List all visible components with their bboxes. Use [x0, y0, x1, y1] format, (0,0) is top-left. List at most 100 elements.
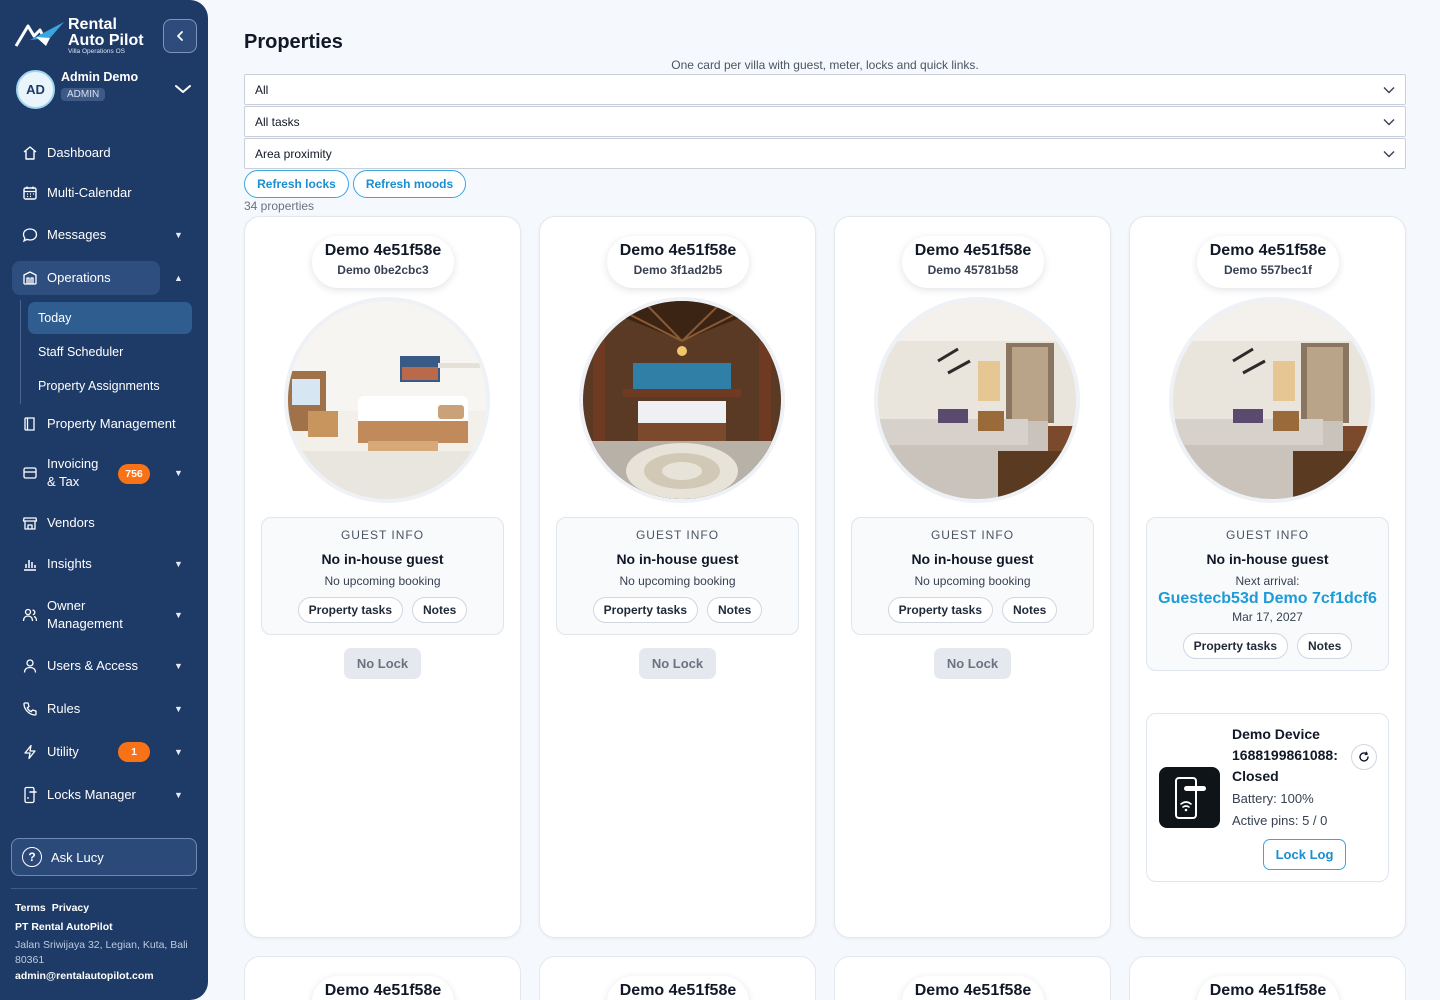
ask-lucy-button[interactable]: ? Ask Lucy	[11, 838, 197, 876]
door-lock-icon	[21, 786, 39, 804]
lock-log-button[interactable]: Lock Log	[1263, 839, 1346, 870]
sidebar-item-label-line2: Management	[47, 616, 123, 631]
sidebar-item-property-management[interactable]: Property Management	[12, 415, 196, 433]
status-filter-select[interactable]: All	[244, 74, 1406, 105]
property-card-header[interactable]: Demo 4e51f58e	[902, 976, 1044, 1000]
booking-status: No upcoming booking	[324, 574, 441, 588]
sidebar-item-owner-management[interactable]: Owner Management ▼	[12, 597, 196, 633]
caret-up-icon: ▲	[174, 273, 183, 283]
sidebar-item-invoicing[interactable]: Invoicing & Tax 756 ▼	[12, 455, 196, 491]
submenu-rail	[20, 300, 21, 404]
company-email-link[interactable]: admin@rentalautopilot.com	[15, 970, 154, 982]
no-lock-badge: No Lock	[934, 648, 1011, 679]
property-photo[interactable]	[874, 297, 1080, 503]
property-card-header[interactable]: Demo 4e51f58e	[607, 976, 749, 1000]
avatar[interactable]: AD	[16, 70, 55, 109]
property-tasks-button[interactable]: Property tasks	[592, 597, 699, 623]
sidebar-item-label-line2: & Tax	[47, 474, 80, 489]
property-card-header[interactable]: Demo 4e51f58e Demo 557bec1f	[1197, 236, 1339, 288]
notes-button[interactable]: Notes	[1297, 633, 1353, 659]
property-card-header[interactable]: Demo 4e51f58e Demo 3f1ad2b5	[607, 236, 749, 288]
airplane-logo-icon	[14, 22, 64, 47]
chevron-down-icon	[1383, 87, 1395, 94]
sidebar-item-label: Rules	[47, 701, 81, 716]
sidebar-item-rules[interactable]: Rules ▼	[12, 700, 196, 718]
guest-info-panel: GUEST INFO No in-house guest Next arriva…	[1146, 517, 1389, 671]
sidebar-item-multi-calendar[interactable]: Multi-Calendar	[12, 184, 196, 202]
users-icon	[21, 606, 39, 624]
property-photo[interactable]	[579, 297, 785, 503]
guest-info-heading: GUEST INFO	[930, 528, 1015, 542]
property-card: Demo 4e51f58e	[834, 956, 1111, 1000]
sidebar-subitem-staff-scheduler[interactable]: Staff Scheduler	[28, 336, 192, 368]
invoicing-count-badge: 756	[118, 464, 150, 484]
property-card: Demo 4e51f58e Demo 0be2cbc3 GUEST INFO N…	[244, 216, 521, 938]
sidebar-item-vendors[interactable]: Vendors	[12, 514, 196, 532]
sidebar-item-label: Owner	[47, 598, 86, 613]
sidebar-item-utility[interactable]: Utility 1 ▼	[12, 742, 196, 762]
property-card-header[interactable]: Demo 4e51f58e Demo 45781b58	[902, 236, 1044, 288]
property-subtitle: Demo 0be2cbc3	[337, 263, 429, 277]
sidebar-subitem-today[interactable]: Today	[28, 302, 192, 334]
sidebar-item-locks-manager[interactable]: Locks Manager ▼	[12, 786, 196, 804]
property-tasks-button[interactable]: Property tasks	[297, 597, 404, 623]
sidebar-item-label: Utility	[47, 744, 79, 759]
sidebar-item-dashboard[interactable]: Dashboard	[12, 144, 196, 162]
area-filter-select[interactable]: Area proximity	[244, 138, 1406, 169]
footer-links: Terms Privacy	[15, 902, 95, 914]
sidebar-divider	[11, 888, 197, 889]
property-card: Demo 4e51f58e Demo 557bec1f GUEST INFO N	[1129, 216, 1406, 938]
chevron-left-icon	[177, 31, 183, 41]
property-subtitle: Demo 3f1ad2b5	[633, 263, 723, 277]
caret-down-icon: ▼	[174, 230, 183, 240]
refresh-icon	[1359, 751, 1369, 762]
brand-logo[interactable]: Rental Auto Pilot Villa Operations OS	[14, 14, 154, 60]
ask-lucy-label: Ask Lucy	[51, 849, 104, 865]
chat-bubble-icon	[21, 226, 39, 244]
notes-button[interactable]: Notes	[1002, 597, 1058, 623]
company-address: Jalan Sriwijaya 32, Legian, Kuta, Bali 8…	[15, 939, 188, 966]
property-photo[interactable]	[284, 297, 490, 503]
property-title: Demo 4e51f58e	[1209, 982, 1327, 999]
property-title: Demo 4e51f58e	[914, 982, 1032, 999]
booking-status: No upcoming booking	[619, 574, 736, 588]
sidebar-item-users-access[interactable]: Users & Access ▼	[12, 657, 196, 675]
property-card: Demo 4e51f58e	[539, 956, 816, 1000]
property-title: Demo 4e51f58e	[619, 982, 737, 999]
refresh-moods-button[interactable]: Refresh moods	[353, 170, 466, 198]
sidebar-item-label: Multi-Calendar	[47, 185, 132, 200]
chevron-down-icon	[1383, 151, 1395, 158]
property-title: Demo 4e51f58e	[619, 242, 737, 259]
sidebar-item-insights[interactable]: Insights ▼	[12, 555, 196, 573]
property-tasks-button[interactable]: Property tasks	[887, 597, 994, 623]
lock-active-pins: Active pins: 5 / 0	[1232, 813, 1328, 828]
sidebar-item-label: Operations	[47, 270, 111, 285]
property-card-header[interactable]: Demo 4e51f58e Demo 0be2cbc3	[312, 236, 454, 288]
sidebar-item-operations[interactable]: Operations ▲	[12, 269, 196, 287]
sidebar-item-label: Locks Manager	[47, 787, 136, 802]
privacy-link[interactable]: Privacy	[52, 902, 89, 914]
caret-down-icon: ▼	[174, 747, 183, 757]
tasks-filter-select[interactable]: All tasks	[244, 106, 1406, 137]
sidebar-item-messages[interactable]: Messages ▼	[12, 226, 196, 244]
chevron-down-icon[interactable]	[174, 83, 192, 95]
refresh-locks-button[interactable]: Refresh locks	[244, 170, 349, 198]
next-guest-link[interactable]: Guestecb53d Demo 7cf1dcf6	[1147, 590, 1388, 608]
property-card-header[interactable]: Demo 4e51f58e	[312, 976, 454, 1000]
caret-down-icon: ▼	[174, 790, 183, 800]
sidebar-item-label: Users & Access	[47, 658, 139, 673]
sidebar-subitem-property-assignments[interactable]: Property Assignments	[28, 370, 192, 402]
sidebar-item-label: Property Management	[47, 416, 176, 431]
property-card-header[interactable]: Demo 4e51f58e	[1197, 976, 1339, 1000]
property-tasks-button[interactable]: Property tasks	[1182, 633, 1289, 659]
collapse-sidebar-button[interactable]	[163, 19, 197, 53]
area-filter-value: Area proximity	[255, 146, 332, 161]
guest-status: No in-house guest	[1206, 551, 1329, 567]
guest-info-heading: GUEST INFO	[340, 528, 425, 542]
notes-button[interactable]: Notes	[412, 597, 468, 623]
refresh-lock-button[interactable]	[1351, 744, 1377, 770]
terms-link[interactable]: Terms	[15, 902, 46, 914]
notes-button[interactable]: Notes	[707, 597, 763, 623]
property-photo[interactable]	[1169, 297, 1375, 503]
lightning-icon	[21, 743, 39, 761]
